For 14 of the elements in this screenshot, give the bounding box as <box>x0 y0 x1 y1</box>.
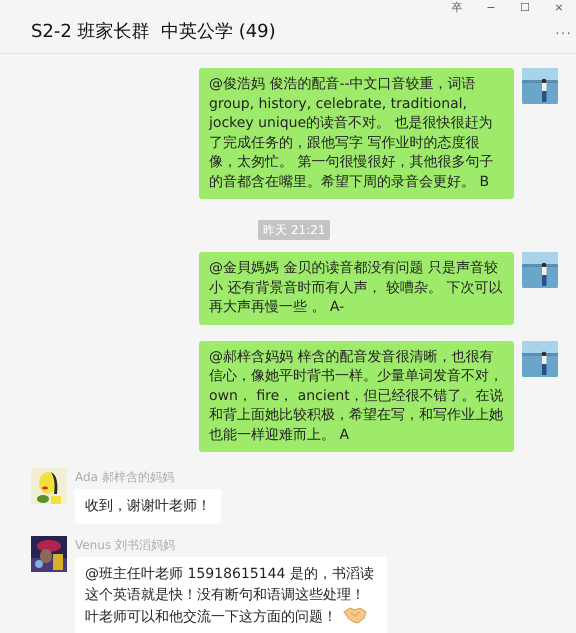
pin-button[interactable]: 卒 <box>440 0 474 16</box>
maximize-button[interactable]: ☐ <box>508 0 542 16</box>
window-title: S2-2 班家长群 中英公学 (49) <box>31 20 276 44</box>
message-bubble[interactable]: @郝梓含妈妈 梓含的配音发音很清晰，也很有信心，像她平时背书一样。少量单词发音不对，own， fire， ancient，但已经很不错了。在说和背上面她比较积极，希望在写，和写作业上她也能一样迎难而上。 A <box>199 340 514 452</box>
message-bubble[interactable]: @班主任叶老师 15918615144 是的，书滔读这个英语就是快！没有断句和语调这些处理！叶老师可以和他交流一下这方面的问题！ <box>75 557 387 633</box>
message-bubble[interactable]: @俊浩妈 俊浩的配音--中文口音较重，词语group, history, celebrate, traditional, jockey unique的读音不对。 也是很快很赶为了完成任务的，跟他写字 写作业时的态度很像，太匆忙。 第一句很慢很好，其他很多句子的音都含在嘴里。希望下周的录音会更好。 B <box>199 68 514 199</box>
sender-name: Ada 郝梓含的妈妈 <box>75 469 174 486</box>
sender-name: Venus 刘书滔妈妈 <box>75 537 175 554</box>
timestamp: 昨天 21:21 <box>258 220 330 240</box>
close-button[interactable]: × <box>542 0 576 16</box>
message-bubble[interactable]: @金貝媽媽 金贝的读音都没有问题 只是声音较小 还有背景音时而有人声， 较嘈杂。 下次可以再大声再慢一些 。 A- <box>199 252 514 324</box>
minimize-button[interactable]: − <box>474 0 508 16</box>
message-bubble[interactable]: 收到，谢谢叶老师！ <box>75 489 221 524</box>
more-button[interactable]: ··· <box>555 22 572 43</box>
